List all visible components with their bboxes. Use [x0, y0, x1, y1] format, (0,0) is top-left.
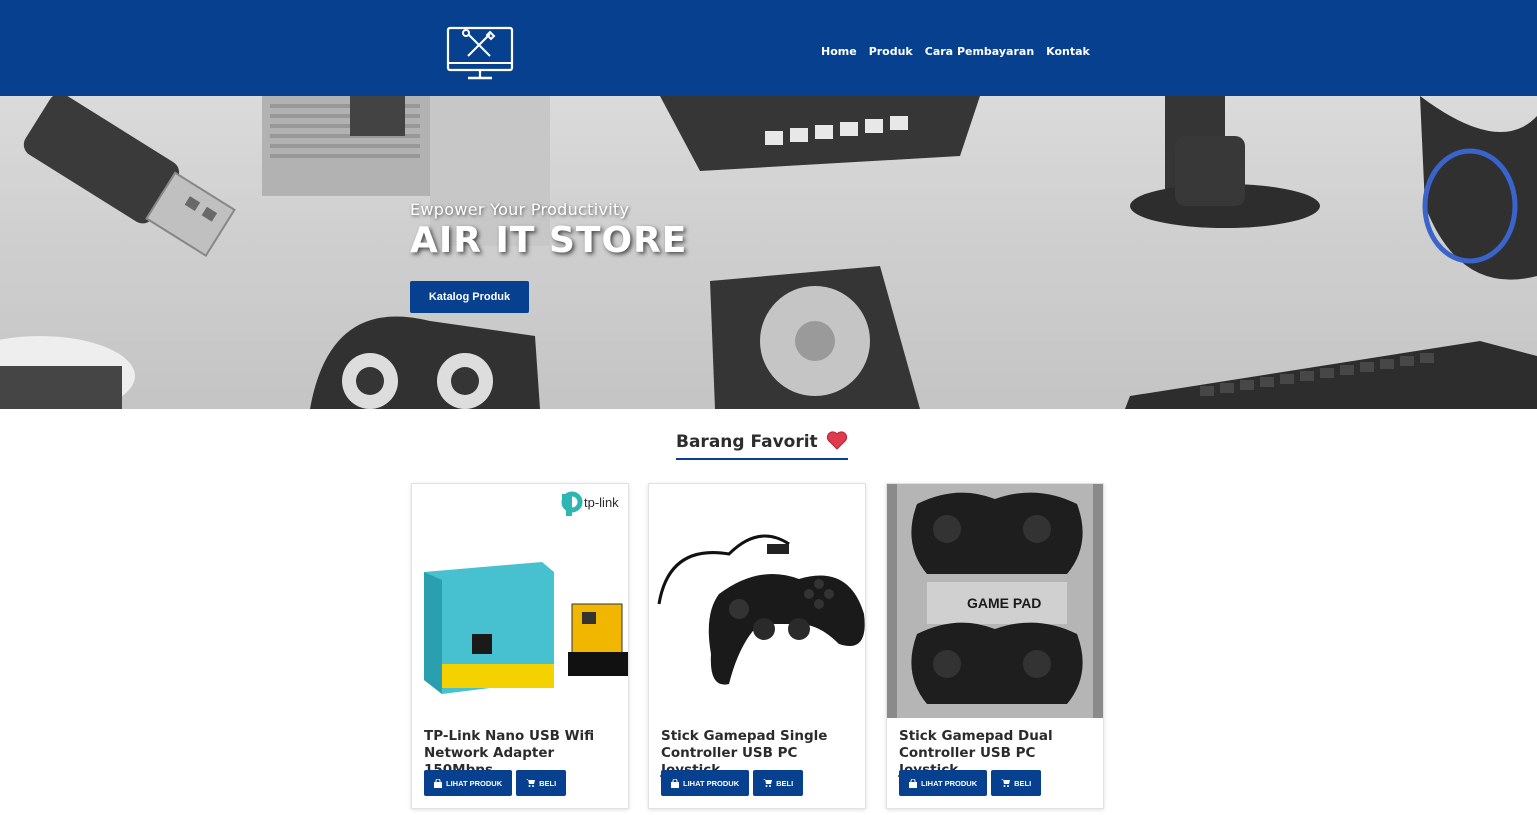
beli-button[interactable]: BELI — [753, 770, 804, 796]
hero-banner: Ewpower Your Productivity AIR IT STORE K… — [0, 96, 1537, 409]
lihat-produk-label: LIHAT PRODUK — [446, 778, 503, 788]
beli-label: BELI — [776, 778, 794, 788]
product-card[interactable]: Stick Gamepad Single Controller USB PC J… — [648, 483, 866, 809]
favorites-heading: Barang Favorit — [676, 430, 848, 460]
nav-cara-pembayaran-link[interactable]: Cara Pembayaran — [925, 45, 1034, 58]
beli-label: BELI — [539, 778, 557, 788]
lihat-produk-label: LIHAT PRODUK — [683, 778, 740, 788]
lihat-produk-label: LIHAT PRODUK — [921, 778, 978, 788]
beli-button[interactable]: BELI — [516, 770, 567, 796]
beli-button[interactable]: BELI — [991, 770, 1042, 796]
nav-kontak-link[interactable]: Kontak — [1046, 45, 1090, 58]
top-navbar: Home Produk Cara Pembayaran Kontak — [0, 0, 1537, 96]
product-image-gamepad-dual[interactable]: GAME PAD — [887, 484, 1103, 718]
cart-icon — [763, 779, 773, 787]
monitor-tools-logo-icon[interactable] — [446, 26, 514, 82]
nav-produk-link[interactable]: Produk — [869, 45, 913, 58]
heart-icon — [826, 430, 848, 454]
shopping-bag-icon — [671, 778, 679, 788]
lihat-produk-button[interactable]: LIHAT PRODUK — [899, 770, 988, 796]
product-card[interactable]: GAME PAD Stick Gamepad Dual Controller U… — [886, 483, 1104, 809]
product-image-gamepad-single[interactable] — [649, 484, 865, 718]
cart-icon — [526, 779, 536, 787]
favorites-title: Barang Favorit — [676, 432, 818, 452]
lihat-produk-button[interactable]: LIHAT PRODUK — [424, 770, 513, 796]
shopping-bag-icon — [909, 778, 917, 788]
product-image-tplink-adapter[interactable]: tp-link — [412, 484, 628, 718]
svg-text:tp-link: tp-link — [584, 495, 619, 510]
hero-tagline: Ewpower Your Productivity — [410, 200, 630, 219]
shopping-bag-icon — [434, 778, 442, 788]
hero-title: AIR IT STORE — [410, 220, 688, 261]
svg-text:GAME PAD: GAME PAD — [967, 595, 1041, 611]
hero-background-image — [0, 96, 1537, 409]
cart-icon — [1001, 779, 1011, 787]
beli-label: BELI — [1014, 778, 1032, 788]
nav-home-link[interactable]: Home — [821, 45, 857, 58]
katalog-produk-button[interactable]: Katalog Produk — [410, 281, 529, 313]
product-card[interactable]: tp-link TP-Link Nano USB Wifi Network Ad… — [411, 483, 629, 809]
lihat-produk-button[interactable]: LIHAT PRODUK — [661, 770, 750, 796]
